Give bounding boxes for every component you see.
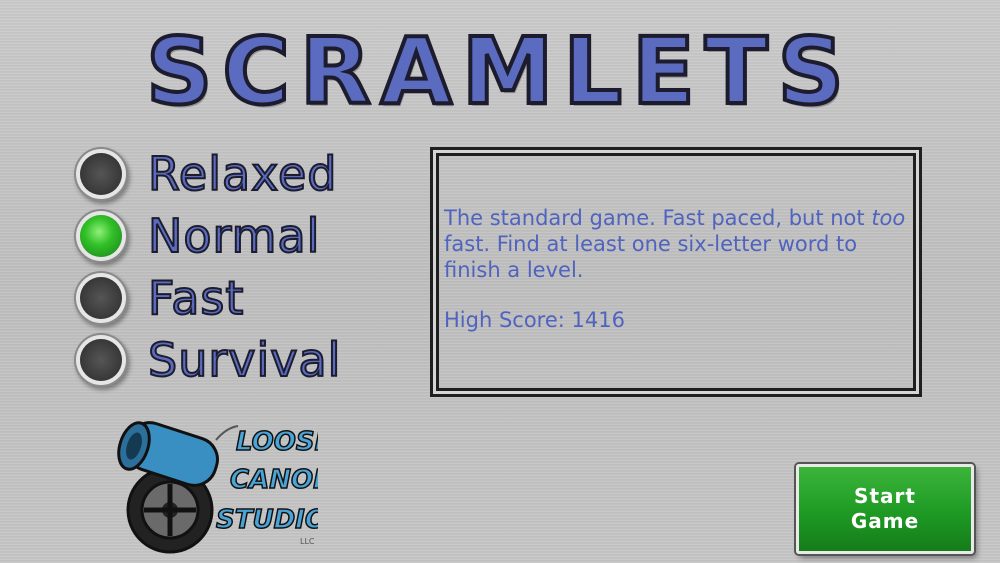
radio-relaxed[interactable] (80, 153, 122, 195)
start-game-button[interactable]: Start Game (796, 464, 974, 554)
mode-normal[interactable]: Normal (80, 206, 320, 266)
mode-label-fast[interactable]: Fast (147, 270, 244, 326)
studio-logo: LOOSE CANON STUDIOS LLC (117, 421, 318, 554)
logo-llc-mark: LLC (300, 537, 315, 546)
logo-text-canon: CANON (230, 465, 318, 495)
mode-fast[interactable]: Fast (80, 268, 244, 328)
start-button-line2[interactable]: Game (851, 509, 919, 534)
description-text-1: The standard game. Fast paced, but not (444, 206, 872, 230)
start-button-line1[interactable]: Start (854, 484, 916, 509)
radio-survival[interactable] (80, 339, 122, 381)
mode-label-survival[interactable]: Survival (147, 332, 341, 388)
description-text-2: fast. Find at least one six-letter word … (444, 232, 858, 282)
high-score: High Score: 1416 (444, 308, 625, 332)
logo-text-loose: LOOSE (236, 427, 318, 457)
mode-label-normal[interactable]: Normal (147, 208, 320, 264)
logo-text-studios: STUDIOS (216, 505, 318, 535)
mode-label-relaxed[interactable]: Relaxed (147, 146, 337, 202)
mode-survival[interactable]: Survival (80, 330, 341, 390)
radio-normal[interactable] (80, 215, 122, 257)
mode-relaxed[interactable]: Relaxed (80, 144, 337, 204)
game-title: SCRAMLETS (144, 18, 854, 125)
radio-fast[interactable] (80, 277, 122, 319)
mode-description: The standard game. Fast paced, but not t… (444, 205, 914, 333)
description-emphasis: too (871, 206, 906, 230)
